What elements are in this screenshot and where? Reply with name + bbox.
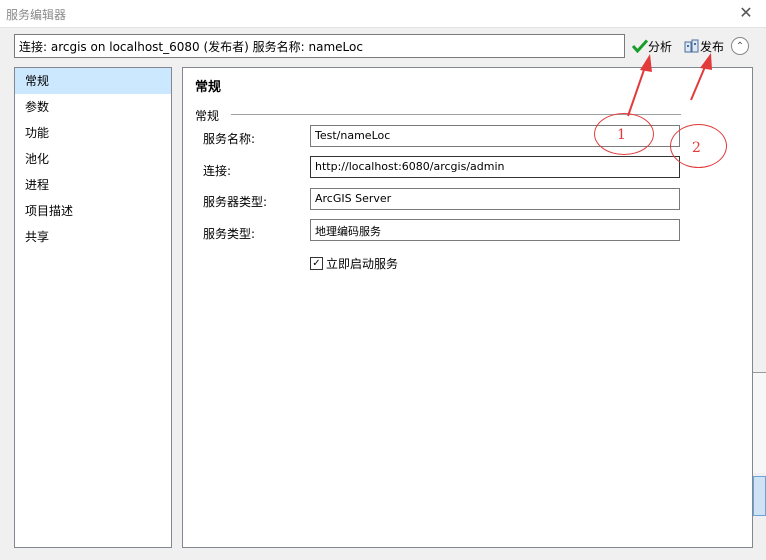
connection-field: http://localhost:6080/arcgis/admin <box>310 156 680 178</box>
sidebar-item-processes[interactable]: 进程 <box>15 172 171 198</box>
connection-label: 连接: <box>203 164 232 178</box>
sidebar-item-general[interactable]: 常规 <box>15 68 171 94</box>
server-type-field: ArcGIS Server <box>310 188 680 210</box>
sidebar: 常规 参数 功能 池化 进程 项目描述 共享 <box>14 67 172 548</box>
sidebar-item-sharing[interactable]: 共享 <box>15 224 171 250</box>
annotation-number-1: 1 <box>617 127 626 143</box>
close-icon[interactable]: ✕ <box>736 3 756 23</box>
sidebar-item-pooling[interactable]: 池化 <box>15 146 171 172</box>
page-title: 常规 <box>195 80 222 95</box>
main-panel: 常规 常规 服务名称: Test/nameLoc 连接: http://loca… <box>182 67 753 548</box>
background-window-edge <box>753 372 766 473</box>
service-name-label: 服务名称: <box>203 132 256 146</box>
sidebar-item-capabilities[interactable]: 功能 <box>15 120 171 146</box>
background-window-icon <box>753 476 766 516</box>
annotation-number-2: 2 <box>692 140 701 156</box>
service-type-label: 服务类型: <box>203 227 256 241</box>
annotation-arrow-2 <box>690 53 712 101</box>
server-type-label: 服务器类型: <box>203 195 268 209</box>
window-title: 服务编辑器 <box>6 8 67 22</box>
start-service-label: 立即启动服务 <box>326 257 399 271</box>
checkbox-icon[interactable]: ✓ <box>310 257 323 270</box>
title-bar: 服务编辑器 ✕ <box>0 0 766 28</box>
sidebar-item-parameters[interactable]: 参数 <box>15 94 171 120</box>
section-heading: 常规 <box>195 109 220 123</box>
sidebar-item-item-description[interactable]: 项目描述 <box>15 198 171 224</box>
annotation-arrow-1 <box>627 54 652 117</box>
start-service-checkbox[interactable]: ✓ 立即启动服务 <box>310 255 398 272</box>
service-type-field: 地理编码服务 <box>310 219 680 241</box>
collapse-icon[interactable]: ⌃ <box>731 37 749 55</box>
connection-info: 连接: arcgis on localhost_6080 (发布者) 服务名称:… <box>14 34 625 58</box>
